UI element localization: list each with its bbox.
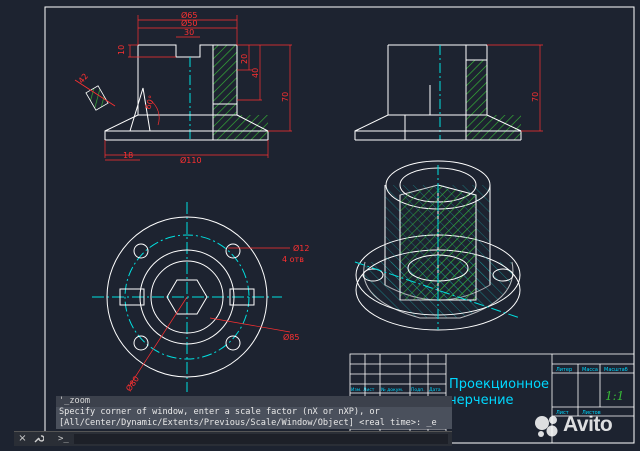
row-label-data: Дата [429,387,441,393]
dim-d30: 30 [184,28,194,37]
dim-d60: 60° [143,94,156,110]
dim-holes: 4 отв [282,255,304,264]
wrench-icon[interactable] [32,433,45,445]
front-hatch-base [213,115,268,140]
dim-d110: Ø110 [180,155,202,165]
dim-d40: 40 [251,68,260,78]
row-label-dokum: № докум. [381,387,403,393]
top-dimensions [129,247,291,386]
dim-d70-side: 70 [531,92,540,102]
command-bar: × >_ [14,431,452,446]
title-line1: Проекционное [449,377,549,392]
dim-d42: 42 [77,72,90,86]
prompt-icon: >_ [58,434,69,444]
isometric-view [354,160,521,331]
dim-d85: Ø85 [283,332,299,342]
side-hatch-wall [466,60,487,115]
command-prompt-line-1: Specify corner of window, enter a scale … [56,407,452,418]
command-input[interactable] [74,434,448,444]
title-line2: черчение [449,393,514,408]
close-icon[interactable]: × [16,433,29,445]
cad-viewport[interactable]: Ø65 Ø50 30 10 20 40 70 60° 18 Ø110 42 70 [0,0,640,451]
dim-d70-front: 70 [281,92,290,102]
dim-d80: Ø80 [123,374,141,393]
dim-d12: Ø12 [293,243,309,253]
header-masshtab: Масштаб [604,367,628,373]
command-history: '_zoom [56,396,452,407]
dim-d18: 18 [123,151,133,160]
side-view [354,44,522,141]
header-massa: Масса [582,367,598,373]
watermark-text: Avito [563,413,613,436]
dim-d10: 10 [117,45,126,55]
dim-d20: 20 [240,54,249,64]
row-label-podp: Подп. [411,387,425,393]
row-label-izm: Изм. Лист [351,387,375,393]
drawing-canvas[interactable]: Ø65 Ø50 30 10 20 40 70 60° 18 Ø110 42 70 [0,0,640,451]
command-prompt-line-2: [All/Center/Dynamic/Extents/Previous/Sca… [56,418,452,429]
avito-watermark: Avito [533,412,637,442]
scale-value: 1:1 [605,389,624,403]
avito-logo-icon [535,416,558,437]
dim-d50: Ø50 [181,18,197,28]
header-litera: Литер [556,367,572,373]
